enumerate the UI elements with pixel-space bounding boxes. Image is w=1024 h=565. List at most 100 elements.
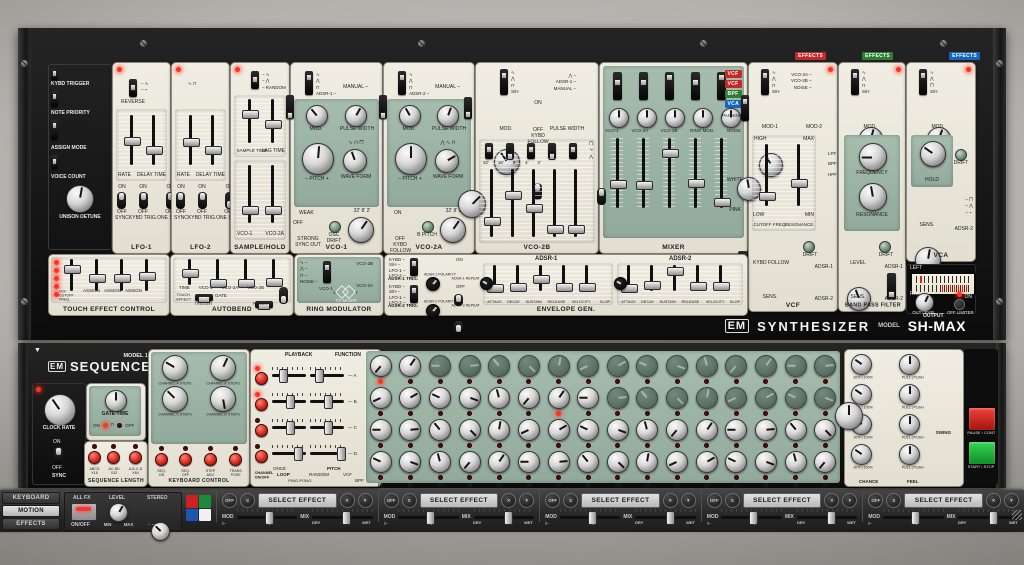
vcf-cutoff-slider[interactable] <box>760 144 772 206</box>
step-knob-C-05[interactable] <box>488 419 510 441</box>
mixer-route-ringmod[interactable] <box>691 72 700 100</box>
step-knob-B-10[interactable] <box>636 387 658 409</box>
channel-c-steps-knob[interactable] <box>162 386 188 412</box>
mixer-noise-slider[interactable] <box>715 138 727 208</box>
vco1-range-knob[interactable] <box>348 217 374 243</box>
adsr2-trig-switch[interactable] <box>410 285 418 303</box>
vcf-resonance-slider[interactable] <box>792 144 804 206</box>
swing-knob[interactable] <box>835 402 863 430</box>
channel-d-button[interactable] <box>255 450 268 463</box>
vco1-pw-source-switch[interactable] <box>286 95 294 119</box>
allfx-onoff-button[interactable] <box>71 503 97 521</box>
mixer-vco2b-slider[interactable] <box>663 138 675 208</box>
pause-cont-button[interactable] <box>968 407 996 431</box>
seq-on-button[interactable] <box>155 453 168 466</box>
channel-b-button[interactable] <box>255 398 268 411</box>
feel-a-knob[interactable] <box>899 354 920 375</box>
step-knob-B-08[interactable] <box>577 387 599 409</box>
mixer-ringmod-slider[interactable] <box>689 138 701 208</box>
step-knob-C-03[interactable] <box>429 419 451 441</box>
channel-a-steps-knob[interactable] <box>162 355 188 381</box>
fx-select-dropdown[interactable]: SELECT EFFECT <box>904 493 983 508</box>
function-d-selector[interactable] <box>310 448 344 458</box>
kybd-trigger-switch[interactable] <box>51 68 58 80</box>
step-knob-D-01[interactable] <box>370 451 392 473</box>
fx-off-button[interactable]: OFF <box>868 493 883 508</box>
mixer-pan-vco2b-knob[interactable] <box>665 108 685 128</box>
fx-close-button[interactable]: ✕ <box>663 493 678 508</box>
feel-c-knob[interactable] <box>899 414 920 435</box>
len-acbd-button[interactable] <box>107 451 120 464</box>
chance-a-knob[interactable] <box>851 354 872 375</box>
len-abcd64-button[interactable] <box>129 451 142 464</box>
vco2b-4-switch[interactable] <box>548 143 556 159</box>
step-knob-A-14[interactable] <box>755 355 777 377</box>
vcf-mod1-source-switch[interactable] <box>761 69 769 95</box>
vco2a-mod-source-switch[interactable] <box>398 71 406 95</box>
adsr1-trig-switch[interactable] <box>410 258 418 276</box>
playback-d-selector[interactable] <box>272 448 306 458</box>
step-knob-B-05[interactable] <box>488 387 510 409</box>
step-knob-C-13[interactable] <box>725 419 747 441</box>
vco2b-8-switch[interactable] <box>527 143 535 159</box>
effects-badge-red[interactable]: EFFECTS <box>795 52 826 60</box>
fx-select-dropdown[interactable]: SELECT EFFECT <box>581 493 660 508</box>
tab-keyboard[interactable]: KEYBOARD <box>2 492 60 504</box>
vco1-waveform-knob[interactable] <box>343 149 367 173</box>
fx-solo-button[interactable]: S <box>725 493 740 508</box>
fx-solo-button[interactable]: S <box>402 493 417 508</box>
fx-level-knob[interactable] <box>109 503 128 522</box>
unison-detune-knob[interactable] <box>66 185 94 213</box>
step-knob-A-08[interactable] <box>577 355 599 377</box>
sh-vco1-slider[interactable] <box>243 165 255 223</box>
step-knob-C-14[interactable] <box>755 419 777 441</box>
mixer-pan-vco2a-knob[interactable] <box>637 108 657 128</box>
fx-close-button[interactable]: ✕ <box>501 493 516 508</box>
channel-d-steps-knob[interactable] <box>210 386 236 412</box>
channel-a-button[interactable] <box>255 372 268 385</box>
lfo1-kybd-trig-toggle[interactable] <box>139 192 148 209</box>
step-knob-A-09[interactable] <box>607 355 629 377</box>
step-knob-B-04[interactable] <box>459 387 481 409</box>
step-knob-D-03[interactable] <box>429 451 451 473</box>
vco2b-mod-source-switch[interactable] <box>500 69 508 95</box>
step-knob-A-01[interactable] <box>370 355 392 377</box>
step-knob-D-15[interactable] <box>785 451 807 473</box>
step-knob-C-15[interactable] <box>785 419 807 441</box>
lfo2-delay-slider[interactable] <box>206 115 218 165</box>
vca-mod-source-switch[interactable] <box>919 69 927 95</box>
step-knob-D-16[interactable] <box>814 451 836 473</box>
vco1-pitch-knob[interactable] <box>302 143 334 175</box>
mixer-vco2a-slider[interactable] <box>637 138 649 208</box>
fx-close-button[interactable]: ✕ <box>824 493 839 508</box>
mixer-route-vco2b[interactable] <box>665 72 674 100</box>
step-knob-B-11[interactable] <box>666 387 688 409</box>
step-knob-B-03[interactable] <box>429 387 451 409</box>
fx-expand-button[interactable]: ▼ <box>1004 493 1019 508</box>
step-adv-button[interactable] <box>204 453 217 466</box>
step-knob-D-04[interactable] <box>459 451 481 473</box>
vco2a-pulse-width-knob[interactable] <box>437 105 459 127</box>
bpf-mod-source-switch[interactable] <box>851 69 859 95</box>
voice-count-switch[interactable] <box>51 155 58 169</box>
vco2a-pitch-knob[interactable] <box>395 143 427 175</box>
fx-close-button[interactable]: ✕ <box>986 493 1001 508</box>
autobend-time-slider[interactable] <box>183 259 195 285</box>
step-knob-A-16[interactable] <box>814 355 836 377</box>
vco2b-8-slider[interactable] <box>527 169 539 237</box>
vcf-mod2-source-switch[interactable] <box>741 95 749 121</box>
step-knob-C-08[interactable] <box>577 419 599 441</box>
touch-cutoff-slider[interactable] <box>65 259 77 291</box>
vco2a-pw-source-switch[interactable] <box>379 95 387 119</box>
step-knob-C-04[interactable] <box>459 419 481 441</box>
ring-x-source-switch[interactable] <box>323 261 331 283</box>
step-knob-D-05[interactable] <box>488 451 510 473</box>
pad-red[interactable] <box>186 495 198 508</box>
lfo1-reverse-switch[interactable] <box>129 79 137 97</box>
function-a-selector[interactable] <box>310 370 344 380</box>
adsr1-sustain-slider[interactable] <box>535 265 546 291</box>
vco2a-waveform-knob[interactable] <box>435 149 459 173</box>
lfo1-rate-slider[interactable] <box>125 115 137 165</box>
step-knob-B-09[interactable] <box>607 387 629 409</box>
resize-handle[interactable] <box>1012 510 1022 520</box>
